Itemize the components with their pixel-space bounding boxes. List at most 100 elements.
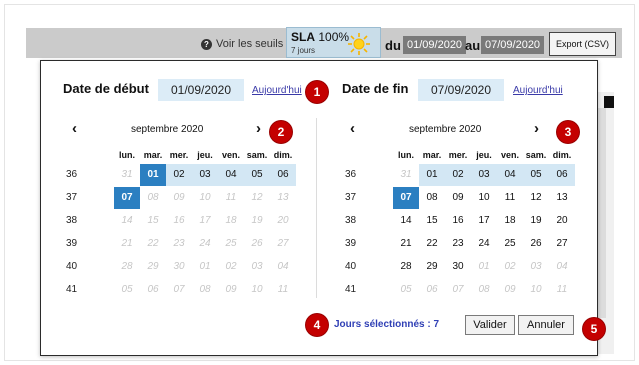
left-day-cell[interactable]: 14 [114, 210, 140, 232]
right-day-cell[interactable]: 30 [445, 256, 471, 278]
prev-month-right-icon[interactable]: ‹ [350, 120, 355, 137]
right-day-cell[interactable]: 20 [549, 210, 575, 232]
left-day-cell[interactable]: 07 [166, 279, 192, 301]
right-day-cell[interactable]: 08 [471, 279, 497, 301]
left-day-cell[interactable]: 18 [218, 210, 244, 232]
left-day-cell[interactable]: 06 [140, 279, 166, 301]
left-day-cell[interactable]: 05 [114, 279, 140, 301]
right-day-cell[interactable]: 18 [497, 210, 523, 232]
left-day-cell[interactable]: 05 [244, 164, 270, 186]
left-day-cell[interactable]: 24 [192, 233, 218, 255]
right-day-cell[interactable]: 05 [393, 279, 419, 301]
left-day-cell[interactable]: 13 [270, 187, 296, 209]
left-day-cell[interactable]: 11 [270, 279, 296, 301]
right-day-cell[interactable]: 27 [549, 233, 575, 255]
left-day-cell[interactable]: 22 [140, 233, 166, 255]
right-day-cell[interactable]: 04 [497, 164, 523, 186]
export-csv-button[interactable]: Export (CSV) [549, 32, 616, 56]
left-day-cell[interactable]: 31 [114, 164, 140, 186]
right-day-cell[interactable]: 11 [549, 279, 575, 301]
right-day-cell[interactable]: 25 [497, 233, 523, 255]
right-day-cell[interactable]: 12 [523, 187, 549, 209]
right-day-cell[interactable]: 09 [497, 279, 523, 301]
left-day-cell[interactable]: 29 [140, 256, 166, 278]
validate-button[interactable]: Valider [465, 315, 515, 335]
left-day-cell[interactable]: 16 [166, 210, 192, 232]
left-day-cell[interactable]: 30 [166, 256, 192, 278]
left-day-cell[interactable]: 06 [270, 164, 296, 186]
left-day-cell[interactable]: 17 [192, 210, 218, 232]
cancel-button[interactable]: Annuler [518, 315, 574, 335]
left-day-cell[interactable]: 11 [218, 187, 244, 209]
left-day-cell[interactable]: 04 [270, 256, 296, 278]
left-day-cell[interactable]: 07 [114, 187, 140, 209]
show-thresholds-link[interactable]: ? Voir les seuils [201, 38, 283, 50]
prev-month-left-icon[interactable]: ‹ [72, 120, 77, 137]
left-day-cell[interactable]: 12 [244, 187, 270, 209]
left-day-cell[interactable]: 25 [218, 233, 244, 255]
left-day-cell[interactable]: 02 [166, 164, 192, 186]
right-day-cell[interactable]: 06 [549, 164, 575, 186]
right-day-cell[interactable]: 24 [471, 233, 497, 255]
date-to-field[interactable]: 07/09/2020 [481, 36, 545, 54]
right-day-cell[interactable]: 10 [471, 187, 497, 209]
end-today-link[interactable]: Aujourd'hui [513, 85, 563, 96]
right-day-cell[interactable]: 06 [419, 279, 445, 301]
next-month-right-icon[interactable]: › [534, 120, 539, 137]
left-day-cell[interactable]: 28 [114, 256, 140, 278]
left-day-cell[interactable]: 08 [192, 279, 218, 301]
next-month-left-icon[interactable]: › [256, 120, 261, 137]
right-day-cell[interactable]: 17 [471, 210, 497, 232]
right-day-cell[interactable]: 10 [523, 279, 549, 301]
right-day-cell[interactable]: 14 [393, 210, 419, 232]
right-day-cell[interactable]: 05 [523, 164, 549, 186]
right-day-cell[interactable]: 26 [523, 233, 549, 255]
right-day-cell[interactable]: 28 [393, 256, 419, 278]
left-day-cell[interactable]: 03 [192, 164, 218, 186]
left-day-cell[interactable]: 15 [140, 210, 166, 232]
end-date-input[interactable]: 07/09/2020 [418, 79, 504, 101]
right-day-cell[interactable]: 09 [445, 187, 471, 209]
start-date-input[interactable]: 01/09/2020 [158, 79, 244, 101]
sun-icon [348, 33, 370, 55]
right-day-cell[interactable]: 01 [471, 256, 497, 278]
left-day-cell[interactable]: 08 [140, 187, 166, 209]
right-day-cell[interactable]: 23 [445, 233, 471, 255]
left-day-cell[interactable]: 21 [114, 233, 140, 255]
sla-value: 100% [318, 30, 350, 44]
right-day-cell[interactable]: 19 [523, 210, 549, 232]
left-day-cell[interactable]: 20 [270, 210, 296, 232]
right-day-cell[interactable]: 16 [445, 210, 471, 232]
right-day-cell[interactable]: 31 [393, 164, 419, 186]
right-day-cell[interactable]: 03 [471, 164, 497, 186]
date-from-field[interactable]: 01/09/2020 [403, 36, 467, 54]
left-day-cell[interactable]: 27 [270, 233, 296, 255]
right-day-cell[interactable]: 07 [393, 187, 419, 209]
right-day-cell[interactable]: 07 [445, 279, 471, 301]
left-day-cell[interactable]: 10 [192, 187, 218, 209]
start-today-link[interactable]: Aujourd'hui [252, 85, 302, 96]
right-day-cell[interactable]: 02 [445, 164, 471, 186]
left-day-cell[interactable]: 01 [140, 164, 166, 186]
right-day-cell[interactable]: 11 [497, 187, 523, 209]
left-day-cell[interactable]: 19 [244, 210, 270, 232]
left-day-cell[interactable]: 26 [244, 233, 270, 255]
right-day-cell[interactable]: 01 [419, 164, 445, 186]
right-day-cell[interactable]: 21 [393, 233, 419, 255]
left-day-cell[interactable]: 04 [218, 164, 244, 186]
right-day-cell[interactable]: 02 [497, 256, 523, 278]
right-day-cell[interactable]: 04 [549, 256, 575, 278]
left-day-cell[interactable]: 02 [218, 256, 244, 278]
left-day-cell[interactable]: 10 [244, 279, 270, 301]
left-day-cell[interactable]: 23 [166, 233, 192, 255]
left-day-cell[interactable]: 09 [218, 279, 244, 301]
right-day-cell[interactable]: 29 [419, 256, 445, 278]
right-day-cell[interactable]: 15 [419, 210, 445, 232]
right-day-cell[interactable]: 03 [523, 256, 549, 278]
right-day-cell[interactable]: 22 [419, 233, 445, 255]
left-day-cell[interactable]: 09 [166, 187, 192, 209]
right-day-cell[interactable]: 13 [549, 187, 575, 209]
right-day-cell[interactable]: 08 [419, 187, 445, 209]
left-day-cell[interactable]: 01 [192, 256, 218, 278]
left-day-cell[interactable]: 03 [244, 256, 270, 278]
